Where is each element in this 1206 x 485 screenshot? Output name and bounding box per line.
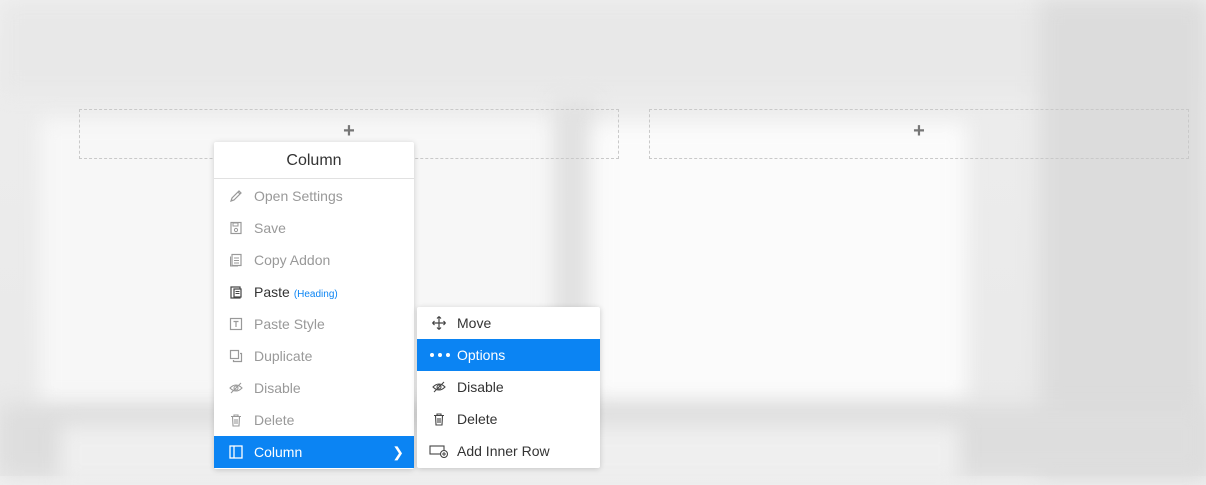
submenu-item-disable[interactable]: Disable bbox=[417, 371, 600, 403]
pencil-icon bbox=[230, 190, 242, 202]
submenu-item-label: Disable bbox=[457, 379, 504, 395]
submenu-item-move[interactable]: Move bbox=[417, 307, 600, 339]
duplicate-icon bbox=[229, 349, 243, 363]
background-top bbox=[0, 0, 1206, 95]
menu-item-disable[interactable]: Disable bbox=[214, 372, 414, 404]
trash-icon bbox=[231, 414, 241, 427]
menu-item-delete[interactable]: Delete bbox=[214, 404, 414, 436]
chevron-right-icon: ❯ bbox=[392, 444, 404, 460]
paste-icon bbox=[230, 286, 242, 299]
submenu-item-label: Delete bbox=[457, 411, 498, 427]
menu-item-duplicate[interactable]: Duplicate bbox=[214, 340, 414, 372]
move-icon bbox=[432, 316, 446, 330]
menu-item-label: Duplicate bbox=[254, 348, 313, 364]
menu-item-copy-addon[interactable]: Copy Addon bbox=[214, 244, 414, 276]
submenu-item-label: Add Inner Row bbox=[457, 443, 550, 459]
menu-item-save[interactable]: Save bbox=[214, 212, 414, 244]
add-row-icon bbox=[429, 445, 449, 458]
copy-icon bbox=[230, 253, 242, 267]
add-addon-plus-icon[interactable]: + bbox=[342, 121, 356, 141]
menu-item-label: Copy Addon bbox=[254, 252, 331, 268]
submenu-item-label: Options bbox=[457, 347, 506, 363]
column-submenu: Move Options Disable Delete Add Inner Ro… bbox=[417, 307, 600, 468]
paste-style-icon bbox=[229, 317, 243, 331]
save-icon bbox=[230, 221, 242, 235]
menu-item-open-settings[interactable]: Open Settings bbox=[214, 180, 414, 212]
submenu-item-add-inner-row[interactable]: Add Inner Row bbox=[417, 435, 600, 467]
eye-slash-icon bbox=[229, 382, 243, 394]
column-icon bbox=[229, 445, 243, 459]
menu-item-label: Open Settings bbox=[254, 188, 343, 204]
column-context-menu: Column Open Settings Save Copy Addon Pas… bbox=[214, 142, 414, 469]
add-addon-plus-icon[interactable]: + bbox=[912, 121, 926, 141]
submenu-item-options[interactable]: Options bbox=[417, 339, 600, 371]
submenu-item-delete[interactable]: Delete bbox=[417, 403, 600, 435]
menu-item-label: Save bbox=[254, 220, 286, 236]
eye-slash-icon bbox=[432, 381, 446, 393]
menu-item-label: Disable bbox=[254, 380, 301, 396]
column-dropzone-right[interactable]: + bbox=[649, 109, 1189, 159]
menu-item-paste[interactable]: Paste (Heading) bbox=[214, 276, 414, 308]
menu-item-label: Paste bbox=[254, 284, 290, 300]
paste-source-hint: (Heading) bbox=[293, 289, 338, 300]
menu-item-column[interactable]: Column ❯ bbox=[214, 436, 414, 468]
context-menu-title: Column bbox=[214, 142, 414, 179]
background-panel-right bbox=[592, 122, 967, 402]
submenu-item-label: Move bbox=[457, 315, 492, 331]
menu-item-label: Paste Style bbox=[254, 316, 325, 332]
menu-item-label: Delete bbox=[254, 412, 295, 428]
trash-icon bbox=[434, 413, 444, 426]
menu-item-label: Column bbox=[254, 444, 303, 460]
menu-item-paste-style[interactable]: Paste Style bbox=[214, 308, 414, 340]
dots-icon bbox=[430, 353, 450, 357]
